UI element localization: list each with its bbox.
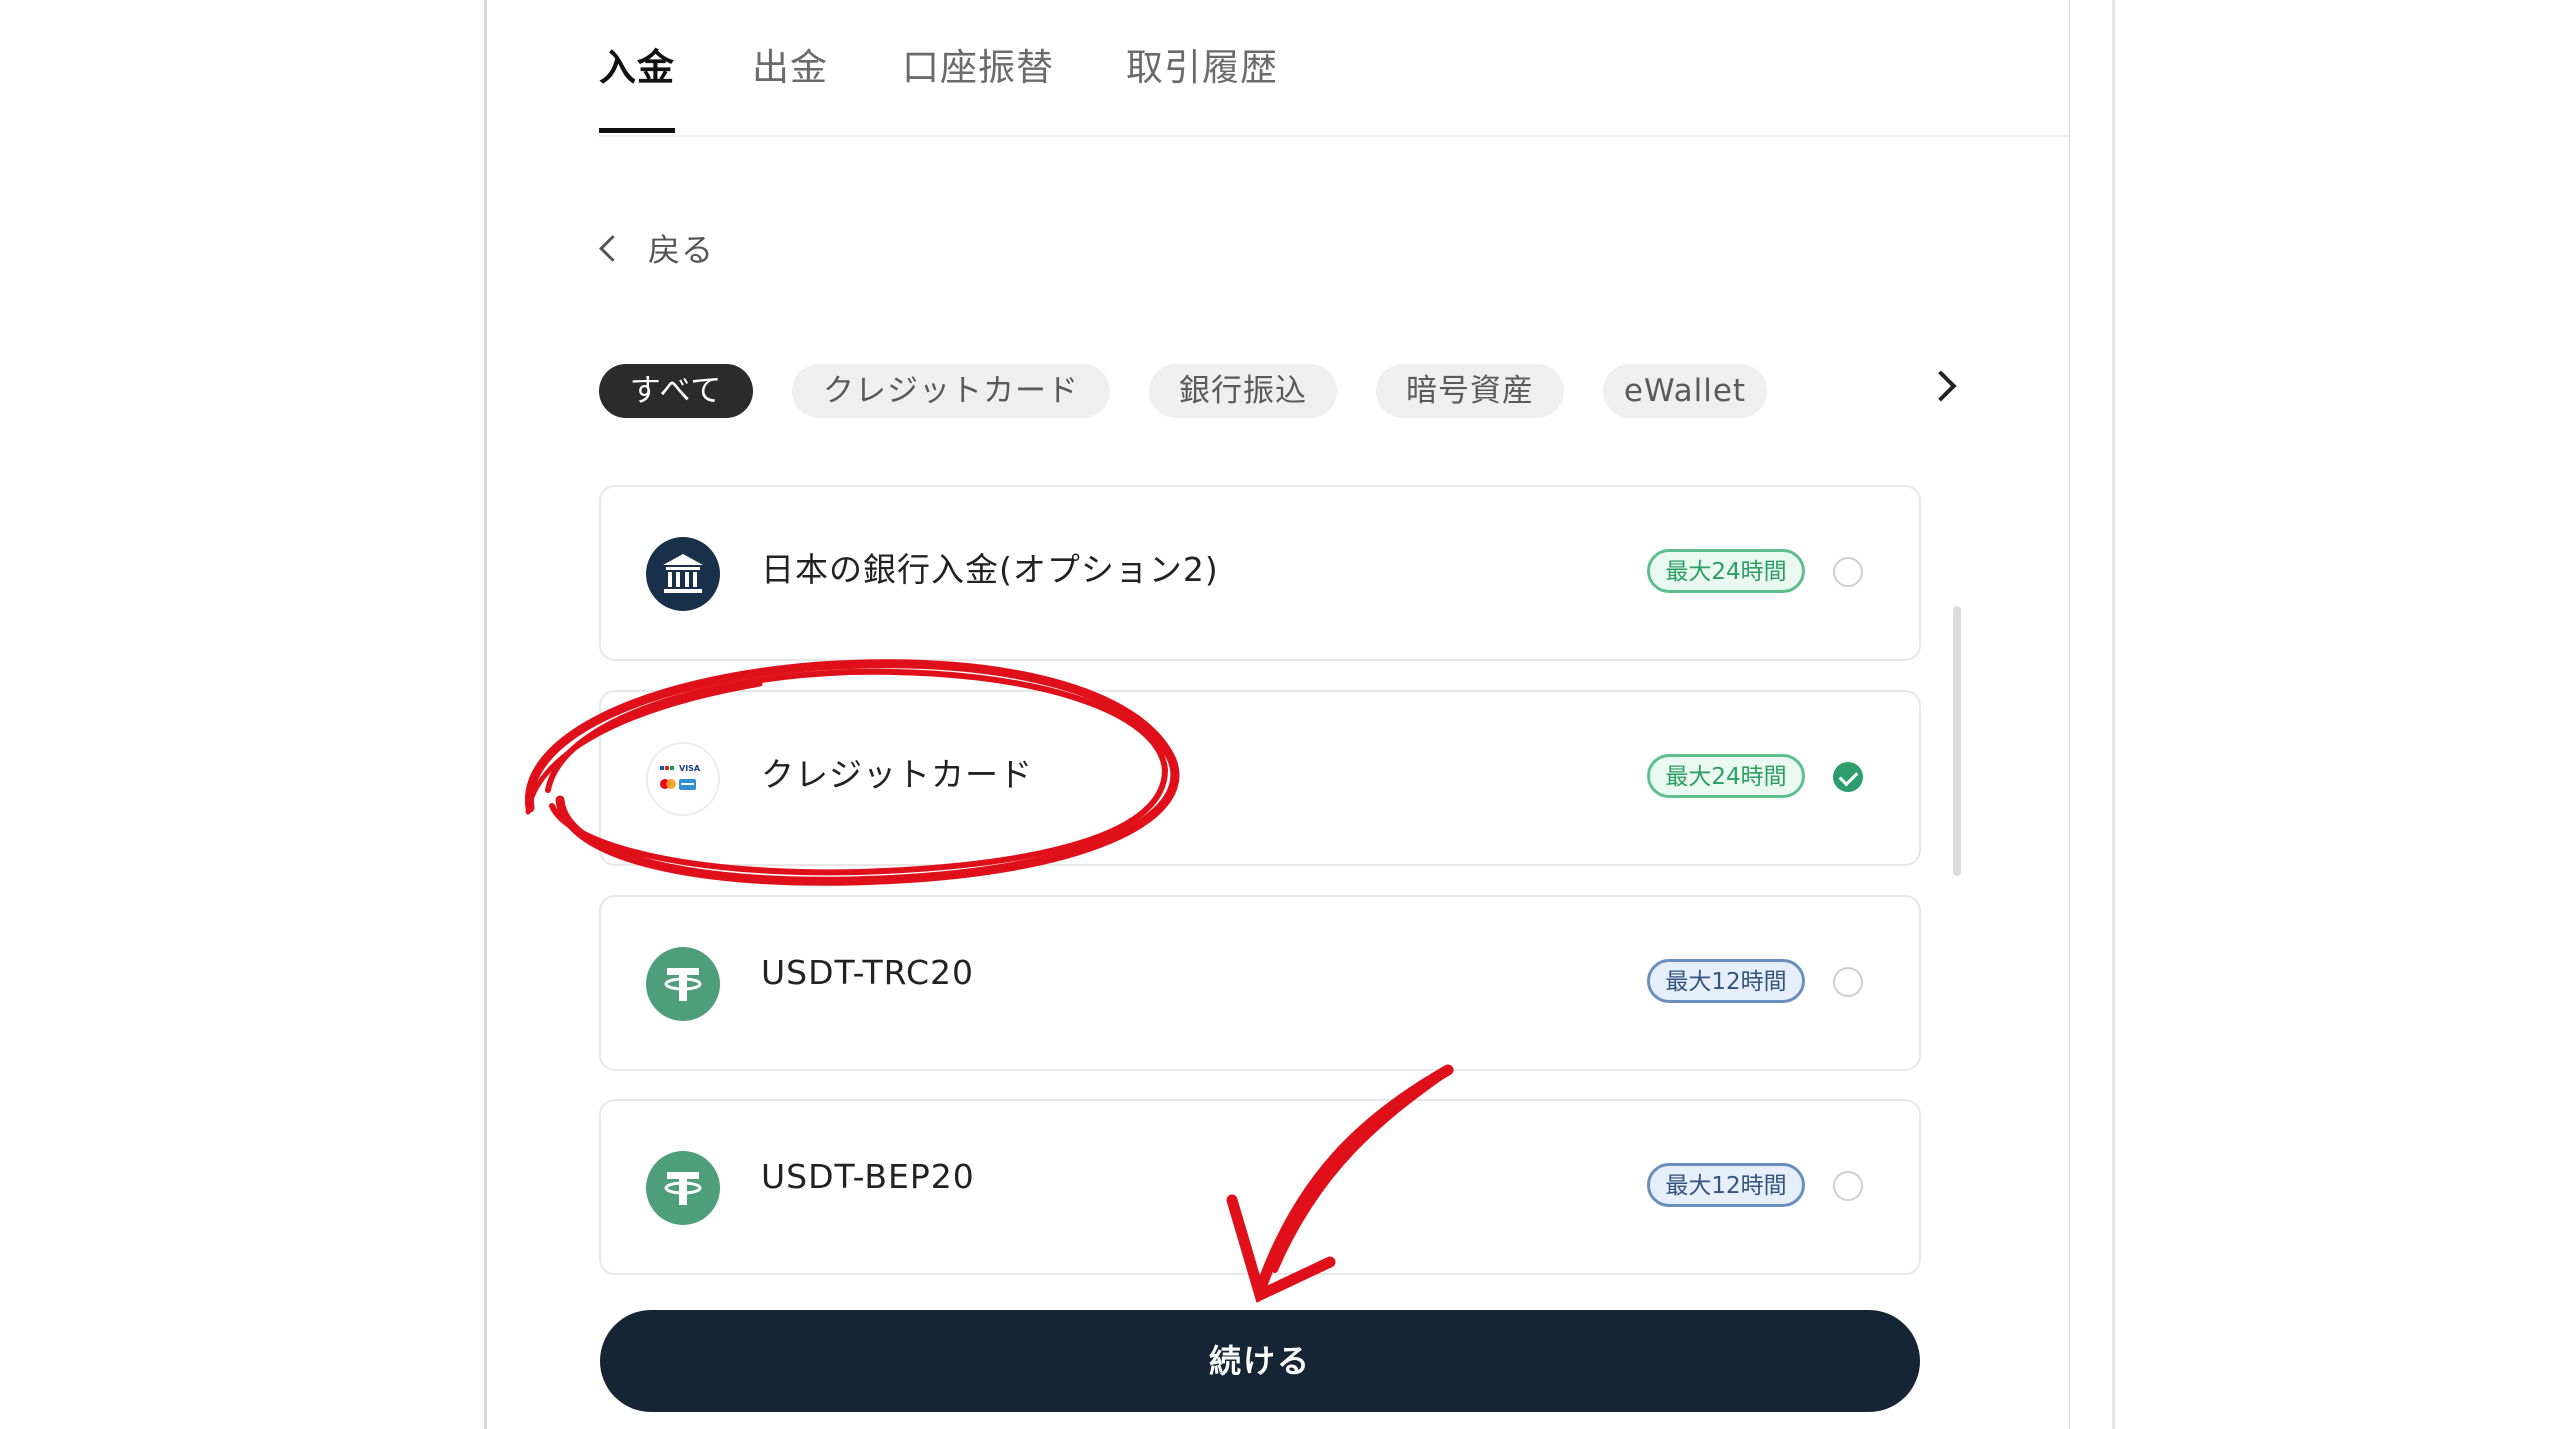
processing-time-badge: 最大24時間	[1647, 754, 1805, 798]
method-radio[interactable]	[1833, 967, 1863, 997]
tether-icon	[646, 1151, 720, 1225]
filter-ewallet[interactable]: eWallet	[1603, 364, 1767, 418]
processing-time-badge: 最大12時間	[1647, 959, 1805, 1003]
method-card-usdt-bep20[interactable]: USDT-BEP20 最大12時間	[599, 1099, 1921, 1275]
tab-bar: 入金 出金 口座振替 取引履歴	[599, 40, 2069, 137]
back-link[interactable]: 戻る	[597, 225, 714, 271]
deposit-panel: 入金 出金 口座振替 取引履歴 戻る すべて クレジットカード 銀行振込 暗号資…	[487, 0, 2069, 1429]
method-card-credit-card[interactable]: VISA クレジットカード 最大24時間	[599, 690, 1921, 866]
active-tab-indicator	[599, 128, 675, 133]
list-scrollbar[interactable]	[1953, 606, 1961, 876]
processing-time-badge: 最大12時間	[1647, 1163, 1805, 1207]
chevron-left-icon	[599, 234, 626, 262]
credit-card-icon: VISA	[646, 742, 720, 816]
method-card-bank[interactable]: 日本の銀行入金(オプション2) 最大24時間	[599, 485, 1921, 661]
continue-button[interactable]: 続ける	[600, 1310, 1920, 1412]
method-title: USDT-TRC20	[761, 953, 974, 992]
method-card-usdt-trc20[interactable]: USDT-TRC20 最大12時間	[599, 895, 1921, 1071]
filter-all[interactable]: すべて	[599, 364, 753, 418]
filter-bank-transfer[interactable]: 銀行振込	[1149, 364, 1337, 418]
chevron-right-icon[interactable]	[1925, 370, 1957, 402]
filter-credit-card[interactable]: クレジットカード	[792, 364, 1110, 418]
tab-history[interactable]: 取引履歴	[1126, 40, 1278, 96]
filter-crypto[interactable]: 暗号資産	[1376, 364, 1564, 418]
method-radio-checked[interactable]	[1833, 762, 1863, 792]
method-title: クレジットカード	[761, 755, 1033, 794]
back-label: 戻る	[648, 231, 715, 269]
processing-time-badge: 最大24時間	[1647, 549, 1805, 593]
tab-deposit[interactable]: 入金	[599, 40, 675, 96]
method-title: 日本の銀行入金(オプション2)	[761, 550, 1219, 589]
tether-icon	[646, 947, 720, 1021]
outer-frame-edge	[2112, 0, 2115, 1429]
method-radio[interactable]	[1833, 1171, 1863, 1201]
tab-transfer[interactable]: 口座振替	[902, 40, 1054, 96]
method-radio[interactable]	[1833, 557, 1863, 587]
tab-withdraw[interactable]: 出金	[752, 40, 828, 96]
svg-text:VISA: VISA	[679, 764, 701, 773]
method-title: USDT-BEP20	[761, 1157, 975, 1196]
bank-icon	[646, 537, 720, 611]
